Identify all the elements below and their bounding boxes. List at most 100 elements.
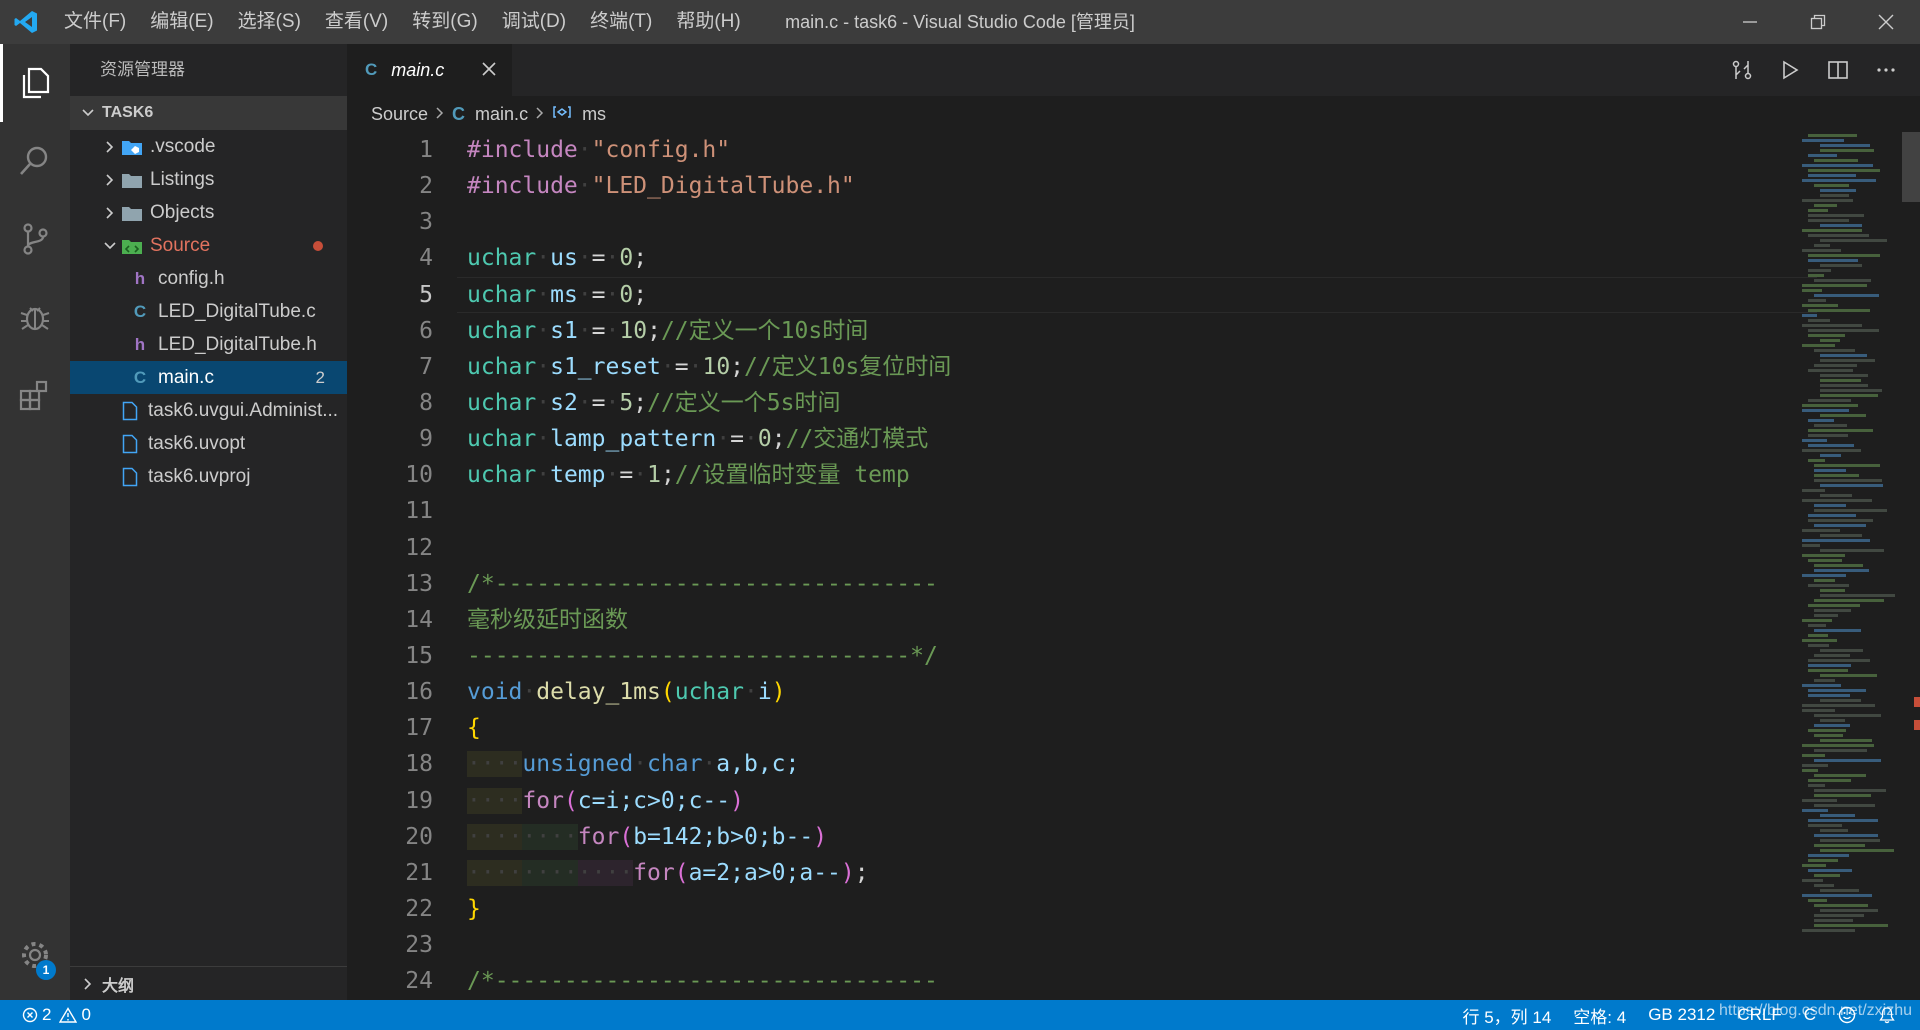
code-editor[interactable]: 1 2 3 4 5 6 7 8 9 10 11 12 13 14 15 16 17 18 19 20 21 22 23 24 … xyxy=(347,132,1920,1000)
outline-section-header[interactable]: 大纲 xyxy=(70,966,347,1000)
minimap-line xyxy=(1802,879,1823,882)
status-bar: 2 0 行 5，列 14 空格: 4 GB 2312 CRLF C https:… xyxy=(0,1000,1920,1030)
minimap-line xyxy=(1802,539,1871,542)
source-control-button[interactable] xyxy=(0,200,70,278)
chevron-right-icon xyxy=(100,206,120,220)
minimap-line xyxy=(1814,914,1864,917)
code-line: uchar·s1_reset·=·10;//定义10s复位时间 xyxy=(467,353,952,380)
tree-item-config-h[interactable]: h config.h xyxy=(70,262,347,295)
minimap-line xyxy=(1814,159,1859,162)
tree-item-uvproj[interactable]: task6.uvproj xyxy=(70,460,347,493)
line-number: 14 xyxy=(405,606,433,633)
minimap-line xyxy=(1802,409,1849,412)
title-bar: 文件(F) 编辑(E) 选择(S) 查看(V) 转到(G) 调试(D) 终端(T… xyxy=(0,0,1920,44)
cursor-position[interactable]: 行 5，列 14 xyxy=(1462,1003,1551,1028)
minimap-line xyxy=(1820,194,1850,197)
minimap-line xyxy=(1820,849,1895,852)
tree-item-led-digitaltube-c[interactable]: C LED_DigitalTube.c xyxy=(70,295,347,328)
minimap-line xyxy=(1808,584,1849,587)
debug-button[interactable] xyxy=(0,278,70,356)
split-editor-button[interactable] xyxy=(1814,44,1862,96)
restore-button[interactable] xyxy=(1784,0,1852,44)
minimap-line xyxy=(1808,169,1881,172)
tree-item-led-digitaltube-h[interactable]: h LED_DigitalTube.h xyxy=(70,328,347,361)
minimap-line xyxy=(1814,469,1846,472)
minimap-line xyxy=(1820,354,1867,357)
close-window-button[interactable] xyxy=(1852,0,1920,44)
editor-actions xyxy=(1718,44,1910,96)
code-line: #include·"config.h" xyxy=(467,137,731,163)
tree-item-uvopt[interactable]: task6.uvopt xyxy=(70,427,347,460)
close-tab-button[interactable] xyxy=(478,58,500,80)
code-line: uchar·s2·=·5;//定义一个5s时间 xyxy=(467,389,841,416)
breadcrumb-folder[interactable]: Source xyxy=(371,104,428,125)
menu-debug[interactable]: 调试(D) xyxy=(490,0,578,44)
tree-item-vscode[interactable]: .vscode xyxy=(70,130,347,163)
tree-item-objects[interactable]: Objects xyxy=(70,196,347,229)
tab-main-c[interactable]: C main.c xyxy=(347,44,512,96)
minimap-line xyxy=(1814,774,1866,777)
minimap-line xyxy=(1808,634,1828,637)
minimap-line xyxy=(1802,249,1841,252)
minimap-line xyxy=(1814,524,1866,527)
manage-button[interactable]: 1 xyxy=(0,920,70,990)
minimap-line xyxy=(1802,179,1877,182)
vertical-scrollbar-thumb[interactable] xyxy=(1902,132,1920,202)
minimap-line xyxy=(1820,484,1884,487)
tree-item-source[interactable]: Source xyxy=(70,229,347,262)
tree-item-uvgui[interactable]: task6.uvgui.Administ... xyxy=(70,394,347,427)
problems-indicator[interactable]: 2 0 xyxy=(22,1005,91,1025)
minimap-line xyxy=(1808,819,1879,822)
menu-terminal[interactable]: 终端(T) xyxy=(578,0,664,44)
menu-view[interactable]: 查看(V) xyxy=(313,0,400,44)
chevron-right-icon xyxy=(534,104,546,125)
minimap-line xyxy=(1814,609,1852,612)
minimap-line xyxy=(1820,814,1856,817)
source-folder-icon xyxy=(120,236,144,256)
minimize-icon xyxy=(1743,21,1757,23)
close-icon xyxy=(482,62,496,76)
indentation[interactable]: 空格: 4 xyxy=(1573,1003,1626,1028)
minimap-line xyxy=(1814,904,1869,907)
breadcrumb-symbol[interactable]: ms xyxy=(582,104,606,125)
tab-label: main.c xyxy=(391,59,445,80)
tree-item-label: LED_DigitalTube.h xyxy=(158,333,317,355)
tree-item-main-c[interactable]: C main.c 2 xyxy=(70,361,347,394)
breadcrumb-file[interactable]: main.c xyxy=(475,104,528,125)
minimap-line xyxy=(1808,234,1869,237)
menu-selection[interactable]: 选择(S) xyxy=(226,0,313,44)
explorer-button[interactable] xyxy=(0,44,70,122)
run-button[interactable] xyxy=(1766,44,1814,96)
encoding[interactable]: GB 2312 xyxy=(1648,1005,1715,1025)
minimap-line xyxy=(1820,264,1863,267)
open-changes-button[interactable] xyxy=(1718,44,1766,96)
code-line: ····for(c=i;c>0;c--) xyxy=(467,787,744,814)
tree-item-label: Listings xyxy=(150,168,215,190)
minimap-line xyxy=(1814,364,1857,367)
menu-edit[interactable]: 编辑(E) xyxy=(138,0,225,44)
search-button[interactable] xyxy=(0,122,70,200)
menu-go[interactable]: 转到(G) xyxy=(400,0,489,44)
code-content[interactable]: #include·"config.h" #include·"LED_Digita… xyxy=(457,132,1817,999)
extensions-button[interactable] xyxy=(0,356,70,434)
line-number: 16 xyxy=(405,679,433,706)
tree-item-listings[interactable]: Listings xyxy=(70,163,347,196)
minimize-button[interactable] xyxy=(1716,0,1784,44)
project-section-header[interactable]: TASK6 xyxy=(70,96,347,130)
code-line: uchar·lamp_pattern·=·0;//交通灯模式 xyxy=(467,426,929,453)
line-number: 21 xyxy=(405,859,433,886)
minimap-line xyxy=(1802,289,1822,292)
minimap-line xyxy=(1808,644,1830,647)
more-actions-button[interactable] xyxy=(1862,44,1910,96)
minimap-line xyxy=(1814,424,1848,427)
minimap[interactable] xyxy=(1802,132,1902,1000)
minimap-line xyxy=(1820,379,1862,382)
minimap-line xyxy=(1802,864,1826,867)
menu-file[interactable]: 文件(F) xyxy=(52,0,138,44)
menu-help[interactable]: 帮助(H) xyxy=(664,0,752,44)
minimap-line xyxy=(1802,764,1828,767)
minimap-line xyxy=(1808,689,1867,692)
minimap-line xyxy=(1814,679,1836,682)
editor-tab-bar: C main.c xyxy=(347,44,1920,96)
minimap-line xyxy=(1820,534,1862,537)
